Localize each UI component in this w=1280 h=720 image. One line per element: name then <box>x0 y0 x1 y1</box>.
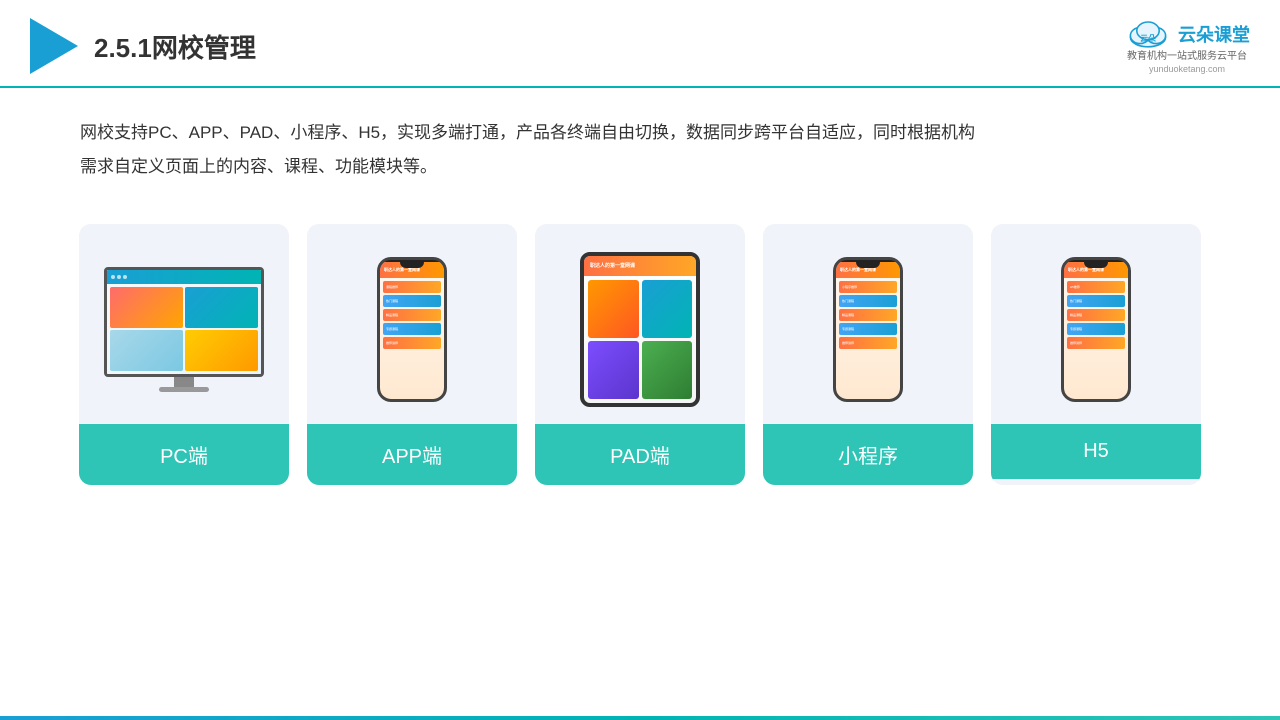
card-miniprogram: 职达人的第一堂网课 小程序推荐 热门课程 精品课程 专题课程 推荐讲师 小程序 <box>763 224 973 485</box>
card-app: 职达人的第一堂网课 课程推荐 热门课程 精品课程 专题课程 推荐讲师 APP端 <box>307 224 517 485</box>
description-line1: 网校支持PC、APP、PAD、小程序、H5，实现多端打通，产品各终端自由切换，数… <box>80 116 1200 150</box>
card-h5: 职达人的第一堂网课 H5推荐 热门课程 精品课程 专题课程 推荐讲师 H5 <box>991 224 1201 485</box>
card-pc-label: PC端 <box>79 424 289 485</box>
phone-mockup-mini: 职达人的第一堂网课 小程序推荐 热门课程 精品课程 专题课程 推荐讲师 <box>833 257 903 402</box>
description-line2: 需求自定义页面上的内容、课程、功能模块等。 <box>80 150 1200 184</box>
page-title: 2.5.1网校管理 <box>94 28 256 65</box>
header-left: 2.5.1网校管理 <box>30 18 256 74</box>
header-right: 云朵 云朵课堂 教育机构一站式服务云平台 yunduoketang.com <box>1124 18 1250 74</box>
card-pad-label: PAD端 <box>535 424 745 485</box>
svg-text:云朵: 云朵 <box>1140 33 1156 43</box>
card-app-image: 职达人的第一堂网课 课程推荐 热门课程 精品课程 专题课程 推荐讲师 <box>307 224 517 424</box>
card-pad: 职达人的第一堂网课 PAD端 <box>535 224 745 485</box>
card-miniprogram-image: 职达人的第一堂网课 小程序推荐 热门课程 精品课程 专题课程 推荐讲师 <box>763 224 973 424</box>
tablet-mockup: 职达人的第一堂网课 <box>580 252 700 407</box>
bottom-bar <box>0 716 1280 720</box>
card-miniprogram-label: 小程序 <box>763 424 973 485</box>
header: 2.5.1网校管理 云朵 云朵课堂 教育机构一站式服务云平台 yunduoket… <box>0 0 1280 88</box>
cloud-icon: 云朵 <box>1124 18 1172 50</box>
cards-container: PC端 职达人的第一堂网课 课程推荐 热门课程 精品课程 专题课程 推荐讲师 <box>0 194 1280 485</box>
brand-name: 云朵课堂 <box>1178 21 1250 47</box>
card-app-label: APP端 <box>307 424 517 485</box>
card-pad-image: 职达人的第一堂网课 <box>535 224 745 424</box>
phone-mockup-h5: 职达人的第一堂网课 H5推荐 热门课程 精品课程 专题课程 推荐讲师 <box>1061 257 1131 402</box>
card-pc: PC端 <box>79 224 289 485</box>
card-h5-label: H5 <box>991 424 1201 479</box>
brand-url: yunduoketang.com <box>1149 64 1225 74</box>
card-h5-image: 职达人的第一堂网课 H5推荐 热门课程 精品课程 专题课程 推荐讲师 <box>991 224 1201 424</box>
phone-mockup-app: 职达人的第一堂网课 课程推荐 热门课程 精品课程 专题课程 推荐讲师 <box>377 257 447 402</box>
description-block: 网校支持PC、APP、PAD、小程序、H5，实现多端打通，产品各终端自由切换，数… <box>0 88 1280 184</box>
logo-triangle-icon <box>30 18 78 74</box>
card-pc-image <box>79 224 289 424</box>
pc-screen <box>104 267 264 377</box>
brand-subtitle: 教育机构一站式服务云平台 <box>1127 50 1247 64</box>
pc-mockup <box>104 267 264 392</box>
brand-logo: 云朵 云朵课堂 <box>1124 18 1250 50</box>
